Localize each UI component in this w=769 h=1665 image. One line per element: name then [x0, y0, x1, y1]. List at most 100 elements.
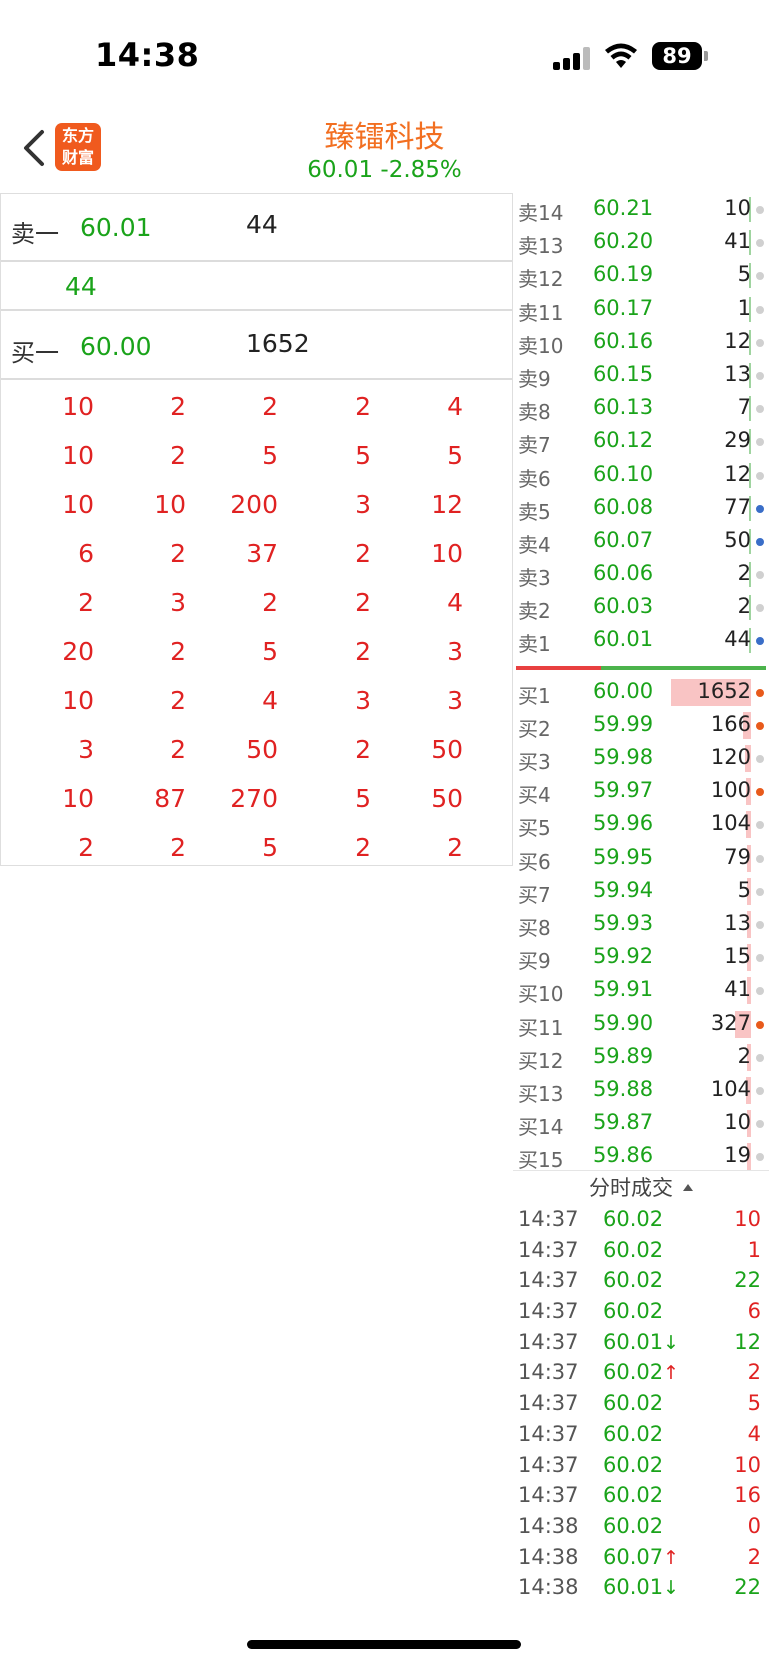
trades-toggle[interactable]: 分时成交 [513, 1170, 769, 1204]
bid-row[interactable]: 买14 59.87 10 [513, 1107, 769, 1140]
level-label: 买8 [518, 915, 551, 940]
bid-row[interactable]: 买5 59.96 104 [513, 808, 769, 841]
level-label: 卖14 [518, 201, 564, 225]
level-volume: 77 [724, 494, 751, 519]
level-label: 卖5 [518, 499, 551, 524]
level-price: 59.94 [592, 877, 654, 902]
level-price: 59.87 [592, 1110, 654, 1135]
down-arrow-icon: ↓ [663, 1331, 680, 1354]
trade-row: 14:37 60.02 6 [513, 1296, 769, 1327]
ask-row[interactable]: 卖13 60.20 41 [513, 226, 769, 259]
bid-row[interactable]: 买1 60.00 1652 [513, 676, 769, 709]
status-bar: 14:38 89 [0, 0, 769, 100]
ask-row[interactable]: 卖7 60.12 29 [513, 425, 769, 458]
level-label: 买14 [518, 1115, 564, 1140]
queue-cell: 50 [246, 735, 278, 764]
level-dot-icon [756, 405, 764, 414]
queue-cell: 3 [78, 735, 94, 764]
level-volume: 12 [724, 461, 751, 486]
queue-cell: 4 [447, 392, 463, 421]
queue-row: 2 2 5 2 2 [1, 825, 512, 874]
queue-cell: 20 [62, 637, 94, 666]
queue-row: 10 87 270 5 50 [1, 776, 512, 825]
queue-cell: 10 [431, 539, 463, 568]
level-dot-icon [756, 471, 764, 480]
trade-time: 14:37 [518, 1360, 579, 1385]
bid-row[interactable]: 买9 59.92 15 [513, 941, 769, 974]
bid-row[interactable]: 买4 59.97 100 [513, 775, 769, 808]
ask-row[interactable]: 卖4 60.07 50 [513, 525, 769, 558]
sell-one-row[interactable]: 卖一 60.01 44 [1, 194, 512, 262]
stock-name: 臻镭科技 [324, 120, 445, 155]
level-volume: 120 [710, 745, 751, 769]
ask-row[interactable]: 卖5 60.08 77 [513, 492, 769, 525]
ask-row[interactable]: 卖3 60.06 2 [513, 558, 769, 591]
level-volume: 50 [724, 527, 751, 552]
bid-row[interactable]: 买12 59.89 2 [513, 1041, 769, 1074]
bid-list: 买1 60.00 1652 买2 59.99 166 买3 59.98 120 买4 59.97 10… [513, 676, 769, 1174]
ask-row[interactable]: 卖6 60.10 12 [513, 459, 769, 492]
queue-row: 10 2 2 2 4 [1, 384, 512, 433]
level-label: 卖4 [518, 532, 551, 557]
trade-time: 14:37 [518, 1452, 579, 1477]
level-price: 59.92 [592, 944, 654, 969]
bid-row[interactable]: 买13 59.88 104 [513, 1074, 769, 1107]
queue-cell: 87 [154, 784, 186, 813]
bid-row[interactable]: 买7 59.94 5 [513, 875, 769, 908]
queue-cell: 4 [447, 588, 463, 617]
sell-queue-row: 44 [1, 262, 512, 311]
ask-row[interactable]: 卖14 60.21 10 [513, 193, 769, 226]
queue-cell: 2 [170, 539, 186, 568]
trade-volume: 1 [747, 1237, 761, 1262]
trade-price: 60.02 [603, 1514, 663, 1538]
bid-row[interactable]: 买8 59.93 13 [513, 908, 769, 941]
queue-cell: 5 [262, 637, 278, 666]
ask-row[interactable]: 卖1 60.01 44 [513, 624, 769, 657]
queue-cell: 10 [62, 441, 94, 470]
ask-row[interactable]: 卖11 60.17 1 [513, 293, 769, 326]
level-volume: 13 [724, 910, 751, 935]
ask-row[interactable]: 卖9 60.15 13 [513, 359, 769, 392]
ask-row[interactable]: 卖8 60.13 7 [513, 392, 769, 425]
bid-row[interactable]: 买6 59.95 79 [513, 842, 769, 875]
bid-row[interactable]: 买10 59.91 41 [513, 974, 769, 1007]
trade-price-value: 60.01 [603, 1329, 664, 1354]
bid-row[interactable]: 买3 59.98 120 [513, 742, 769, 775]
ask-row[interactable]: 卖12 60.19 5 [513, 259, 769, 292]
level-dot-icon [756, 371, 764, 380]
level-label: 买10 [518, 982, 564, 1007]
level-volume: 100 [710, 778, 751, 803]
trade-price: 60.02 [603, 1238, 663, 1262]
buy-one-row[interactable]: 买一 60.00 1652 [1, 311, 512, 380]
ask-row[interactable]: 卖2 60.03 2 [513, 591, 769, 624]
bid-row[interactable]: 买11 59.90 327 [513, 1008, 769, 1041]
level-volume: 2 [737, 1043, 751, 1068]
trade-volume: 10 [734, 1207, 761, 1231]
trade-time: 14:37 [518, 1421, 579, 1446]
buy-one-label: 买一 [11, 339, 59, 367]
level-dot-icon [756, 854, 764, 863]
queue-cell: 10 [62, 490, 94, 519]
queue-cell: 2 [78, 833, 94, 862]
level-dot-icon [756, 920, 764, 929]
home-indicator[interactable] [247, 1640, 521, 1649]
trade-price: 60.02 [603, 1207, 663, 1231]
queue-row: 10 2 5 5 5 [1, 433, 512, 482]
ask-row[interactable]: 卖10 60.16 12 [513, 326, 769, 359]
trade-volume: 22 [734, 1575, 761, 1600]
bid-row[interactable]: 买2 59.99 166 [513, 709, 769, 742]
trade-time: 14:37 [518, 1299, 579, 1324]
queue-cell: 50 [431, 735, 463, 764]
level-volume: 19 [724, 1143, 751, 1168]
level-label: 买13 [518, 1081, 564, 1106]
queue-cell: 10 [62, 686, 94, 715]
level-dot-icon [756, 755, 764, 763]
trade-price: 60.02 [603, 1483, 663, 1507]
queue-cell: 270 [230, 784, 278, 813]
level-dot-icon [756, 338, 764, 347]
bid-row[interactable]: 买15 59.86 19 [513, 1140, 769, 1173]
trade-volume: 16 [734, 1483, 761, 1508]
level-volume: 79 [724, 844, 751, 869]
trade-time: 14:38 [518, 1575, 579, 1600]
trade-price: 60.02 [603, 1299, 663, 1323]
